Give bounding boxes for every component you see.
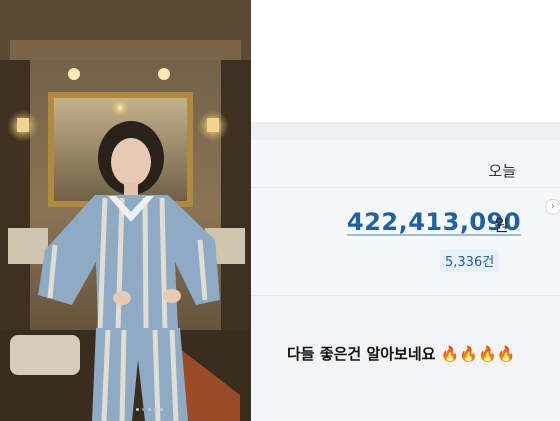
chevron-right-icon[interactable]: › [545, 199, 560, 215]
carousel-dot-active [142, 408, 145, 411]
period-label: 오늘 [488, 162, 516, 180]
order-count-badge: 5,336건 [440, 249, 500, 272]
carousel-indicator [136, 408, 163, 411]
section-divider [251, 122, 560, 140]
caption-text: 다들 좋은건 알아보네요 🔥🔥🔥🔥 [287, 343, 515, 364]
carousel-dot [160, 408, 163, 411]
carousel-dot [154, 408, 157, 411]
sales-stats-panel: 오늘 422,413,090 원 5,336건 › 다들 좋은건 알아보네요 🔥… [251, 0, 560, 421]
photo-panel [0, 0, 251, 421]
bathroom-photo [0, 0, 251, 421]
divider-line [251, 187, 560, 188]
divider-line [251, 295, 560, 296]
currency-label: 원 [494, 216, 509, 235]
post-image: 오늘 422,413,090 원 5,336건 › 다들 좋은건 알아보네요 🔥… [0, 0, 560, 421]
carousel-dot [148, 408, 151, 411]
caption-label: 다들 좋은건 알아보네요 [287, 345, 436, 363]
carousel-dot [136, 408, 139, 411]
fire-emoji-icons: 🔥🔥🔥🔥 [440, 345, 516, 363]
blank-area [251, 0, 560, 122]
